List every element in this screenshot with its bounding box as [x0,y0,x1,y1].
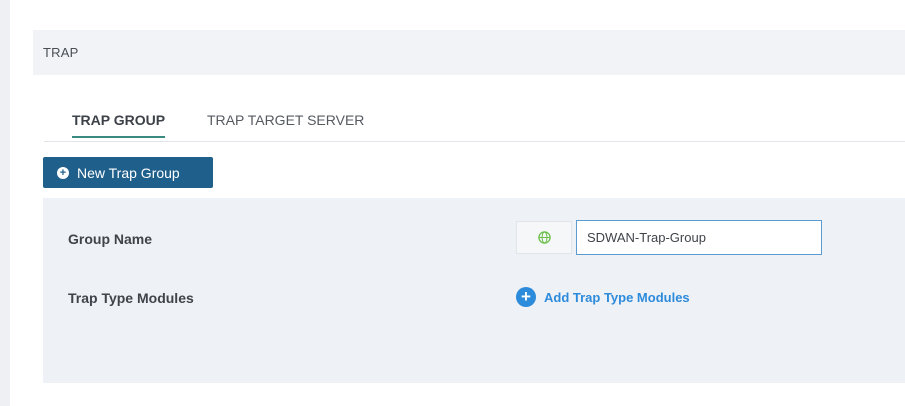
globe-icon [537,231,551,244]
left-rail [0,0,10,406]
new-trap-group-button[interactable]: + New Trap Group [43,157,213,188]
tab-divider [44,141,905,142]
language-selector[interactable] [516,221,572,254]
group-name-label: Group Name [68,231,153,247]
tab-trap-group[interactable]: TRAP GROUP [72,112,166,138]
trap-group-form: Group Name Trap Type Modules + Add Trap … [43,198,905,383]
plus-circle-icon: + [516,287,536,307]
tab-bar: TRAP GROUP TRAP TARGET SERVER [62,108,905,142]
trap-type-modules-label: Trap Type Modules [68,290,194,306]
group-name-input[interactable] [576,220,822,255]
tab-trap-target-server[interactable]: TRAP TARGET SERVER [207,112,364,136]
add-trap-type-modules-link[interactable]: + Add Trap Type Modules [516,287,690,307]
section-title: TRAP [43,45,79,60]
page: TRAP TRAP GROUP TRAP TARGET SERVER + New… [0,0,905,406]
section-header: TRAP [33,30,905,75]
plus-circle-icon: + [57,166,69,179]
new-trap-group-label: New Trap Group [77,164,180,181]
add-trap-type-modules-label: Add Trap Type Modules [544,289,690,305]
